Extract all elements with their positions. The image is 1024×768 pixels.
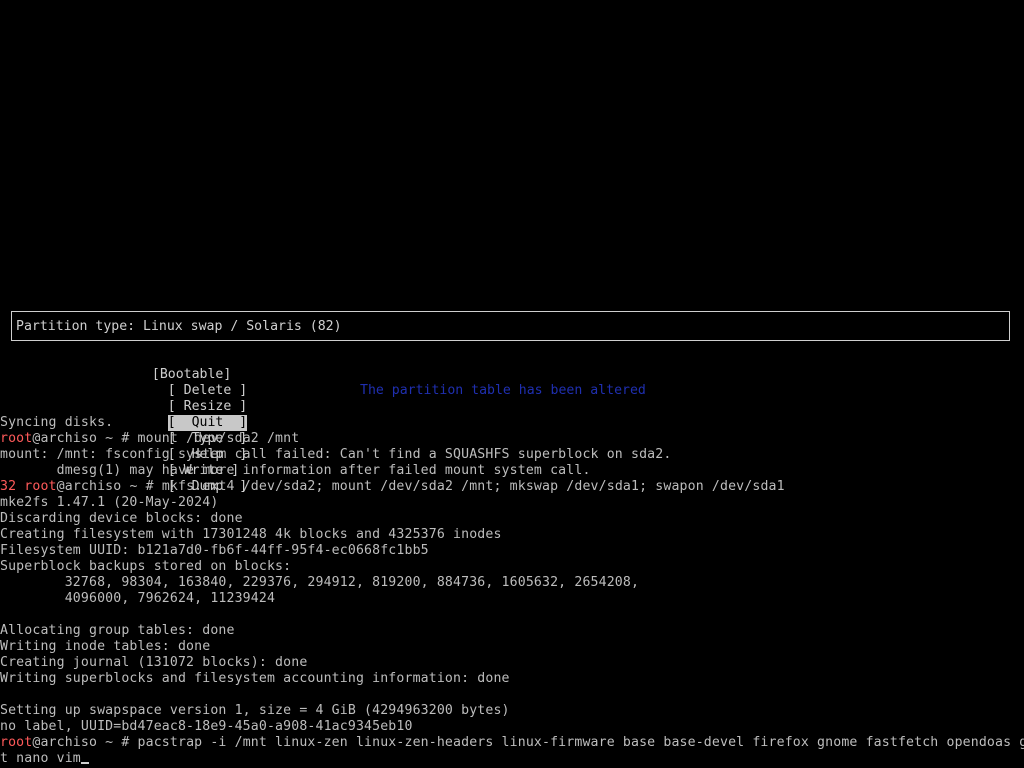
partition-type-text: Partition type: Linux swap / Solaris (82… (16, 319, 342, 334)
prompt-user: root (0, 431, 33, 446)
command-input-line[interactable]: t nano vim (0, 751, 89, 767)
quit-button[interactable]: [ Quit ] (167, 415, 248, 431)
command-text: mkfs.ext4 /dev/sda2; mount /dev/sda2 /mn… (161, 479, 785, 494)
terminal-line: Creating journal (131072 blocks): done (0, 655, 308, 670)
terminal-line: Allocating group tables: done (0, 623, 235, 638)
prompt-host: @archiso ~ # (56, 479, 162, 494)
prompt-line: root@archiso ~ # pacstrap -i /mnt linux-… (0, 735, 1024, 751)
terminal-line: Superblock backups stored on blocks: (0, 559, 292, 574)
terminal-line: Setting up swapspace version 1, size = 4… (0, 703, 510, 718)
resize-button[interactable]: [ Resize ] (168, 399, 247, 415)
command-text: pacstrap -i /mnt linux-zen linux-zen-hea… (137, 735, 1024, 750)
status-message: The partition table has been altered (360, 383, 646, 398)
terminal-line: 4096000, 7962624, 11239424 (0, 591, 276, 606)
terminal-line: Writing superblocks and filesystem accou… (0, 671, 510, 686)
terminal-line: dmesg(1) may have more information after… (0, 463, 591, 478)
terminal-line: Creating filesystem with 17301248 4k blo… (0, 527, 502, 542)
bootable-button[interactable]: [Bootable] (152, 367, 231, 383)
terminal-line: Discarding device blocks: done (0, 511, 243, 526)
partition-type-box: Partition type: Linux swap / Solaris (82… (11, 311, 1010, 341)
command-text: mount /dev/sda2 /mnt (137, 431, 300, 446)
terminal-line: Writing inode tables: done (0, 639, 211, 654)
terminal-line: Filesystem UUID: b121a7d0-fb6f-44ff-95f4… (0, 543, 429, 558)
prompt-host: @archiso ~ # (32, 431, 138, 446)
terminal-line: 32768, 98304, 163840, 229376, 294912, 81… (0, 575, 640, 590)
cfdisk-menu-bar: [Bootable] [ Delete ] [ Resize ] [ Quit … (136, 351, 248, 494)
terminal-line: mount: /mnt: fsconfig system call failed… (0, 447, 672, 462)
terminal-line: Syncing disks. (0, 415, 114, 430)
delete-button[interactable]: [ Delete ] (168, 383, 247, 399)
prompt-user: root (0, 735, 33, 750)
command-continuation: t nano vim (0, 751, 81, 766)
prompt-line: root@archiso ~ # mount /dev/sda2 /mnt (0, 431, 299, 447)
prompt-user: root (24, 479, 57, 494)
terminal-line: mke2fs 1.47.1 (20-May-2024) (0, 495, 219, 510)
text-cursor (80, 762, 89, 764)
exit-code: 32 (0, 479, 25, 494)
terminal-line: no label, UUID=bd47eac8-18e9-45a0-a908-4… (0, 719, 413, 734)
prompt-line: 32 root@archiso ~ # mkfs.ext4 /dev/sda2;… (0, 479, 785, 495)
prompt-host: @archiso ~ # (32, 735, 138, 750)
